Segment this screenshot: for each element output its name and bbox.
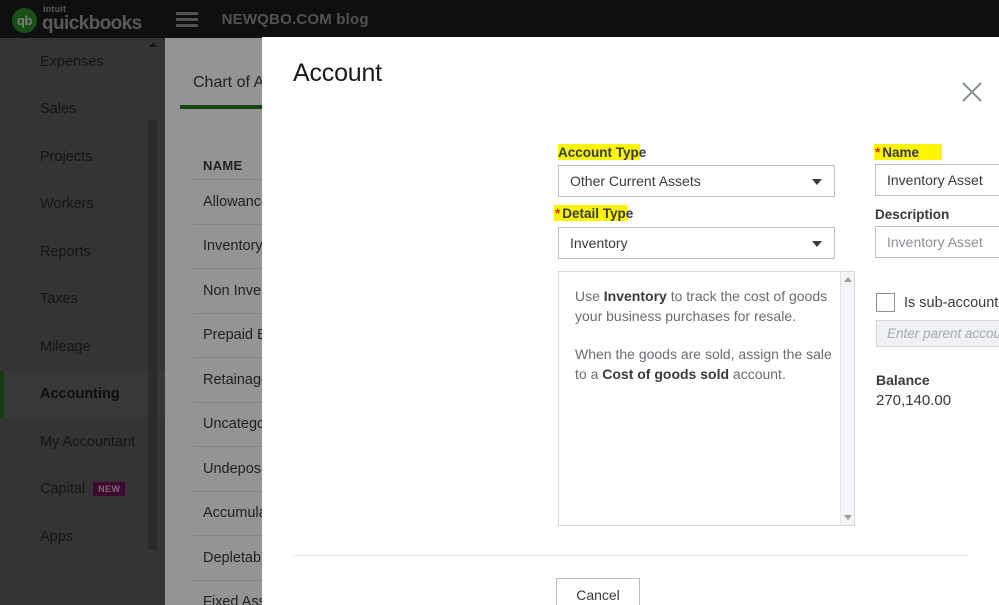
required-asterisk: * xyxy=(875,145,880,160)
description-label: Description xyxy=(875,207,949,222)
account-type-value: Other Current Assets xyxy=(559,173,701,189)
info-paragraph-1: Use Inventory to track the cost of goods… xyxy=(575,286,832,327)
account-type-select[interactable]: Other Current Assets xyxy=(558,165,835,197)
name-input-value: Inventory Asset xyxy=(876,172,983,188)
scroll-up-arrow-icon[interactable] xyxy=(844,277,852,282)
info-panel-scrollbar[interactable] xyxy=(840,272,854,525)
balance-value: 270,140.00 xyxy=(876,392,951,409)
description-input-value: Inventory Asset xyxy=(876,234,983,250)
close-icon[interactable] xyxy=(959,79,985,105)
detail-type-select[interactable]: Inventory xyxy=(558,227,835,259)
account-type-label: Account Type xyxy=(558,145,646,160)
required-asterisk: * xyxy=(555,206,560,221)
description-input[interactable]: Inventory Asset xyxy=(875,226,999,258)
chevron-down-icon xyxy=(812,241,822,247)
is-sub-account-label: Is sub-account xyxy=(904,295,998,311)
detail-type-info-panel: Use Inventory to track the cost of goods… xyxy=(558,271,855,526)
footer-divider xyxy=(293,555,968,556)
detail-type-value: Inventory xyxy=(559,235,628,251)
parent-account-select: Enter parent account xyxy=(876,320,999,347)
scroll-down-arrow-icon[interactable] xyxy=(844,515,852,520)
balance-label: Balance xyxy=(876,372,930,388)
name-input[interactable]: Inventory Asset xyxy=(875,164,999,196)
account-modal-dialog: Account Account Type Other Current Asset… xyxy=(262,37,999,605)
quickbooks-app: qb intuit quickbooks NEWQBO.COM blog Exp… xyxy=(0,0,999,605)
info-paragraph-2: When the goods are sold, assign the sale… xyxy=(575,344,832,385)
parent-account-placeholder: Enter parent account xyxy=(877,321,999,346)
name-label: *Name xyxy=(875,145,919,160)
is-sub-account-checkbox[interactable] xyxy=(876,293,895,312)
chevron-down-icon xyxy=(812,179,822,185)
modal-title: Account xyxy=(293,59,382,88)
detail-type-label: *Detail Type xyxy=(555,206,633,221)
cancel-button[interactable]: Cancel xyxy=(556,578,640,605)
